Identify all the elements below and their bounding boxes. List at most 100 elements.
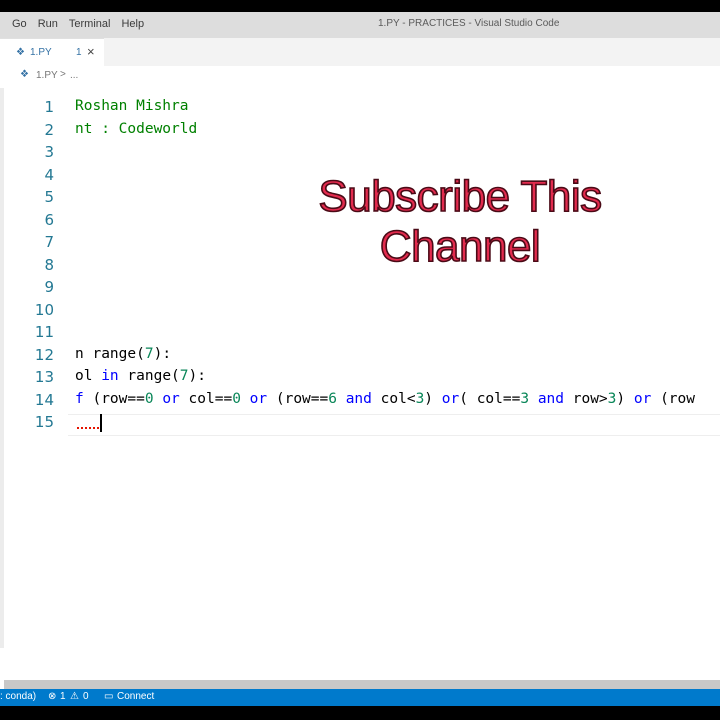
error-squiggle [77, 426, 99, 429]
code-token: ( [136, 346, 145, 362]
python-environment[interactable]: : conda) [0, 691, 36, 702]
code-token: 6 [328, 391, 337, 407]
code-token: range( [118, 368, 180, 384]
video-top-border [0, 0, 720, 12]
code-token: and [345, 391, 372, 407]
code-token: range [92, 346, 137, 362]
comment-text: Roshan Mishra [75, 98, 189, 114]
line-number: 5 [44, 188, 54, 206]
code-token: 7 [179, 368, 189, 384]
title-bar: Go Run Terminal Help 1.PY - PRACTICES - … [0, 12, 720, 38]
breadcrumb-symbol[interactable]: ... [70, 70, 78, 81]
code-token: in [101, 368, 119, 384]
code-token: (row== [267, 391, 329, 407]
menu-item-terminal[interactable]: Terminal [69, 18, 111, 30]
python-file-icon: ❖ [20, 69, 29, 80]
code-token: ( col== [459, 391, 521, 407]
breadcrumb-separator: > [60, 69, 66, 80]
code-line: 13 ol in range(7): [0, 366, 720, 388]
code-token: col== [179, 391, 233, 407]
tab-1-py[interactable]: ❖ 1.PY 1 × [0, 38, 104, 66]
code-line: 12 n range(7): [0, 344, 720, 366]
line-number: 11 [34, 323, 54, 341]
code-token: 7 [144, 346, 154, 362]
line-number: 6 [44, 211, 54, 229]
horizontal-scrollbar[interactable] [4, 680, 720, 689]
text-cursor [100, 414, 102, 432]
breadcrumb: ❖ 1.PY > ... [0, 66, 720, 88]
line-text: ol in range(7): [75, 368, 206, 384]
code-token: ol [75, 368, 102, 384]
code-token: 0 [144, 391, 154, 407]
status-bar: : conda) ⊗ 1 ⚠ 0 ▭ Connect [0, 689, 720, 706]
close-tab-icon[interactable]: × [87, 44, 95, 59]
line-number: 12 [34, 346, 54, 364]
error-icon[interactable]: ⊗ [48, 691, 56, 702]
menu-item-run[interactable]: Run [38, 18, 58, 30]
code-token: 3 [520, 391, 530, 407]
line-text: f (row==0 or col==0 or (row==6 and col<3… [75, 391, 695, 407]
window-title: 1.PY - PRACTICES - Visual Studio Code [378, 18, 560, 29]
code-line: 2 nt : Codeworld [0, 119, 720, 141]
code-token: f [75, 391, 93, 407]
code-token: 0 [232, 391, 241, 407]
line-text: n range(7): [75, 346, 171, 362]
code-token: ) [616, 391, 634, 407]
code-token: (row== [92, 391, 145, 407]
subscribe-overlay: Subscribe This Channel [270, 171, 650, 272]
code-token: and [537, 391, 565, 407]
code-token: or [633, 391, 652, 407]
database-icon[interactable]: ▭ [104, 691, 113, 702]
line-text: nt : Codeworld [75, 121, 197, 137]
code-line: 1 Roshan Mishra [0, 96, 720, 118]
line-number: 3 [44, 143, 54, 161]
comment-text: nt : Codeworld [75, 121, 198, 137]
warning-count[interactable]: 0 [83, 691, 89, 702]
line-number: 1 [44, 98, 54, 116]
menu-item-help[interactable]: Help [121, 18, 144, 30]
code-line: 11 [0, 321, 720, 343]
warning-icon[interactable]: ⚠ [70, 691, 79, 702]
line-text: Roshan Mishra [75, 98, 189, 114]
line-number: 13 [34, 368, 54, 386]
line-number: 14 [34, 391, 54, 409]
overlay-line-1: Subscribe This [318, 171, 603, 222]
code-token: ): [188, 368, 206, 384]
code-token: row> [564, 391, 608, 407]
menu-item-go[interactable]: Go [12, 18, 27, 30]
vscode-window: Go Run Terminal Help 1.PY - PRACTICES - … [0, 12, 720, 706]
menu-bar: Go Run Terminal Help [12, 18, 155, 30]
line-number: 9 [44, 278, 54, 296]
python-file-icon: ❖ [16, 47, 25, 58]
editor-tab-strip: ❖ 1.PY 1 × [0, 38, 720, 66]
code-token: or [162, 391, 180, 407]
code-token: col< [371, 391, 416, 407]
code-token: ): [153, 346, 172, 362]
code-line: 9 [0, 276, 720, 298]
line-number: 2 [44, 121, 54, 139]
overlay-line-2: Channel [379, 221, 542, 272]
code-line: 15 [0, 411, 720, 433]
line-number: 8 [44, 256, 54, 274]
code-line: 3 [0, 141, 720, 163]
line-number: 7 [44, 233, 54, 251]
tab-problem-count: 1 [76, 47, 82, 58]
code-token: or [441, 391, 460, 407]
tab-label: 1.PY [30, 47, 52, 58]
code-token: (row [651, 391, 695, 407]
line-number: 10 [34, 301, 54, 319]
breadcrumb-file[interactable]: 1.PY [36, 70, 58, 81]
line-number: 15 [34, 413, 54, 431]
video-bottom-border [0, 706, 720, 720]
code-line: 14 f (row==0 or col==0 or (row==6 and co… [0, 389, 720, 411]
connect-button[interactable]: Connect [117, 691, 154, 702]
error-count[interactable]: 1 [60, 691, 66, 702]
code-token: ) [424, 391, 442, 407]
code-token: 3 [415, 391, 425, 407]
code-line: 10 [0, 299, 720, 321]
code-token: n [75, 346, 93, 362]
code-token: or [249, 391, 268, 407]
